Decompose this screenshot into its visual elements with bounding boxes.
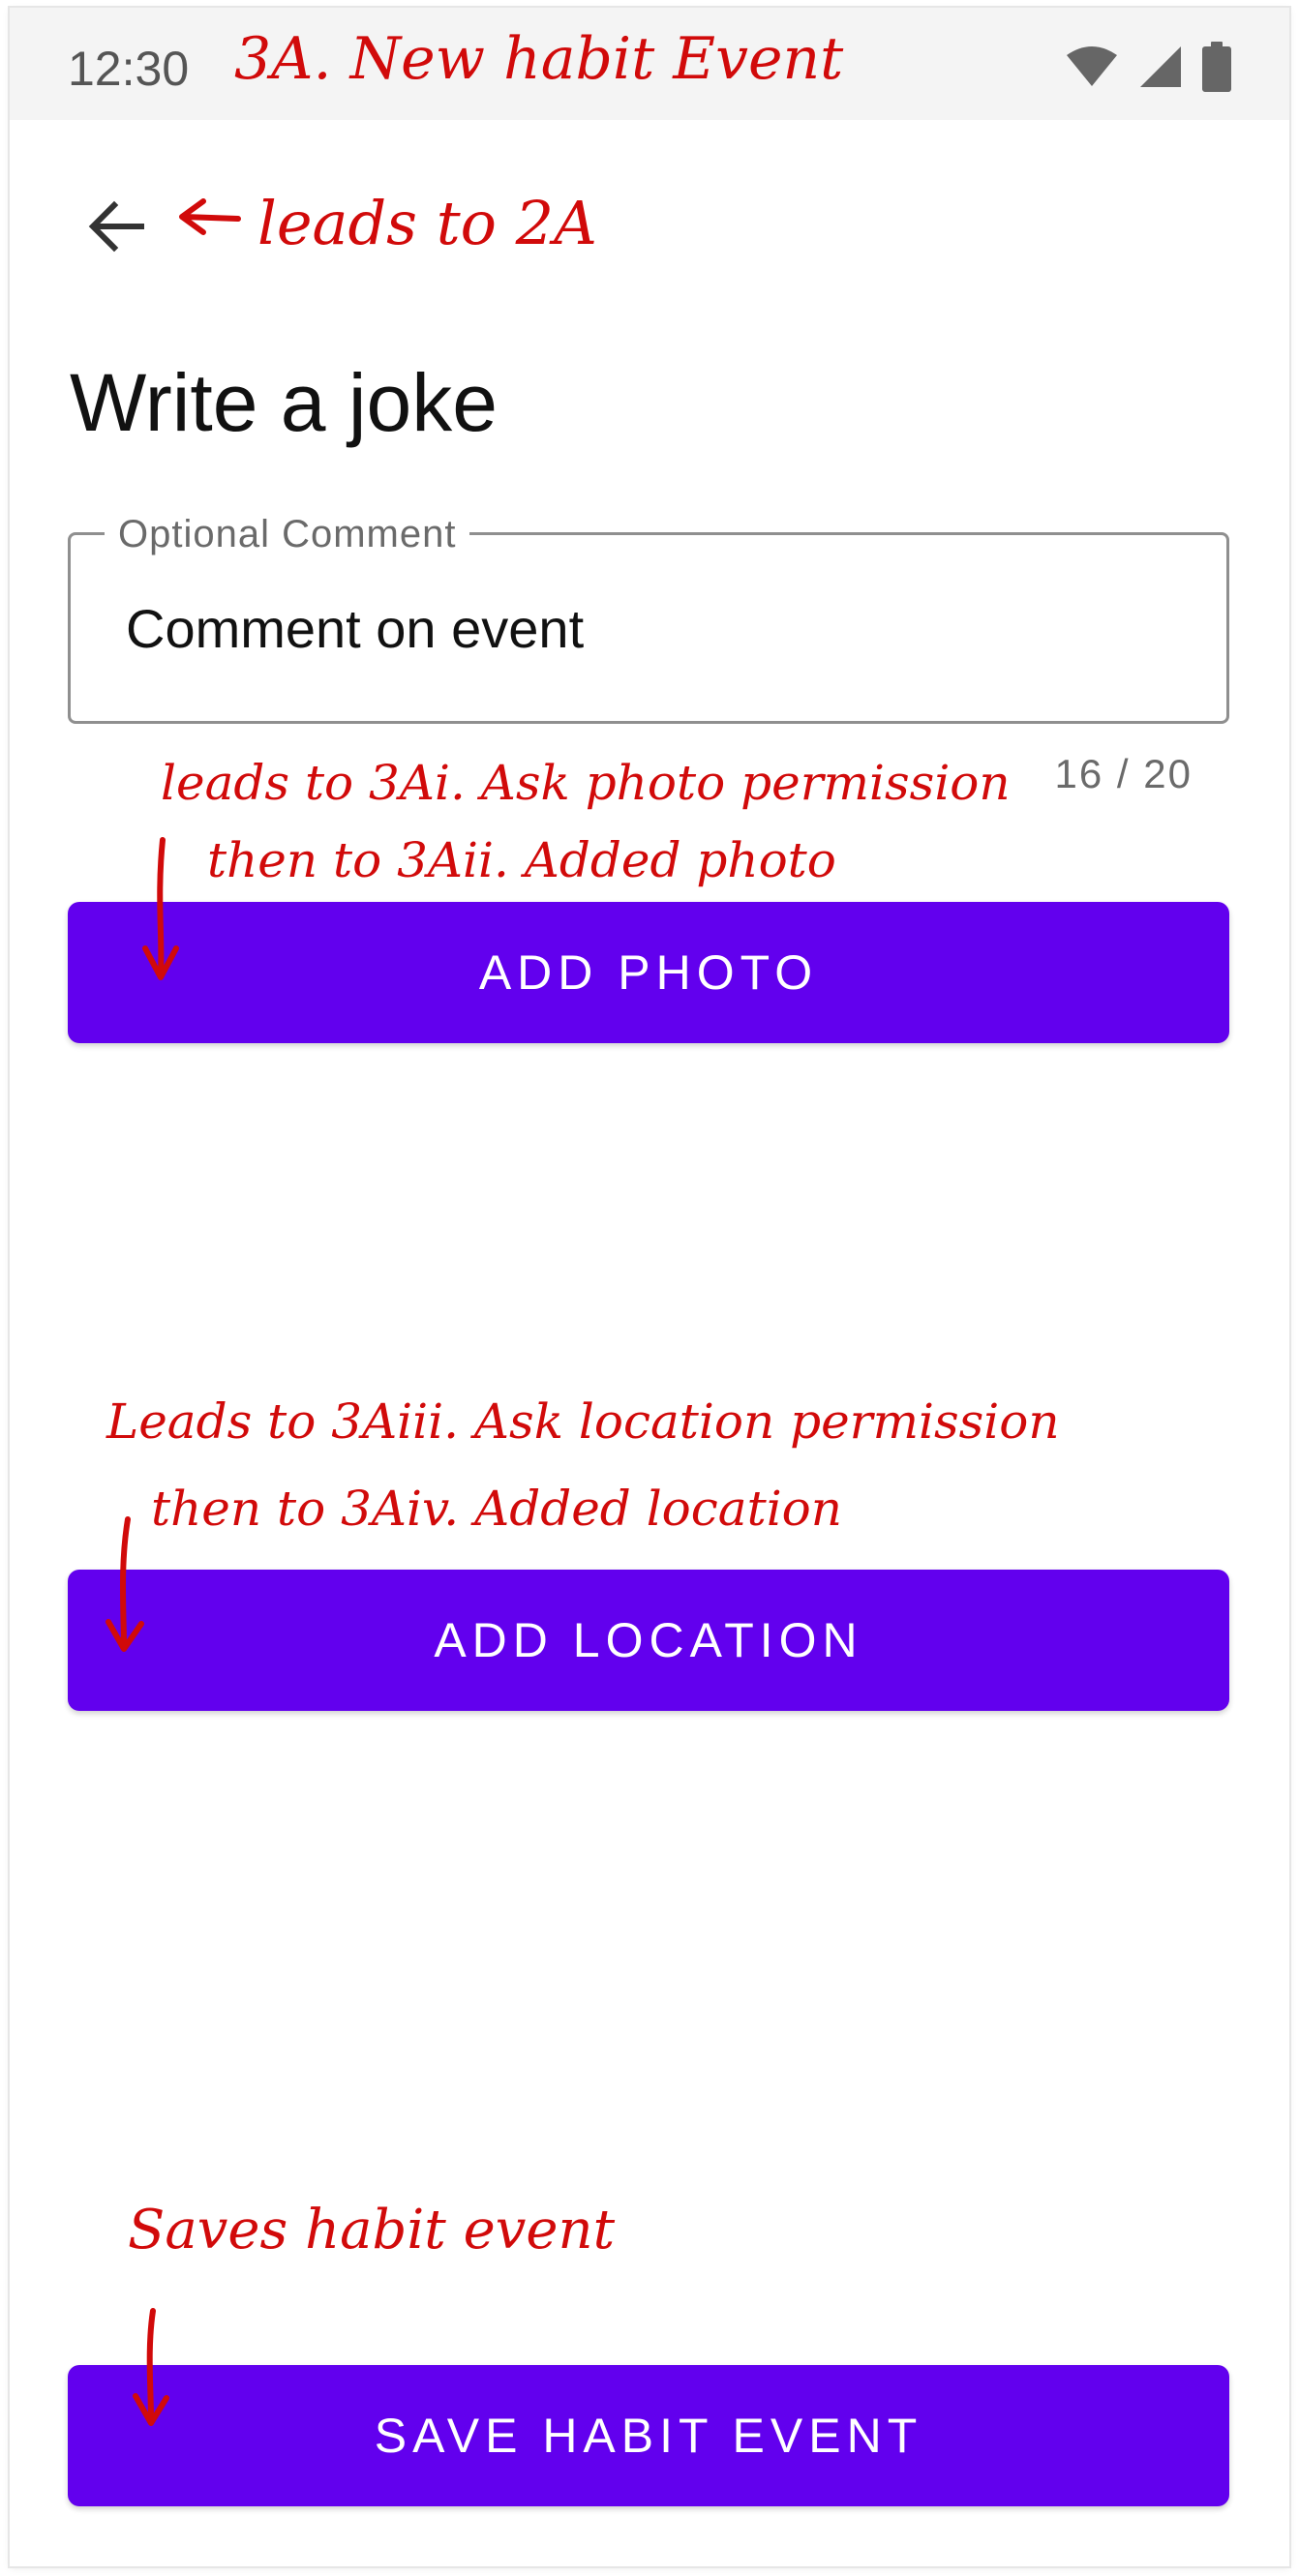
wifi-icon [1067,46,1117,86]
save-habit-event-label: SAVE HABIT EVENT [374,2409,923,2463]
battery-icon [1202,42,1231,92]
annotation-location-note-2: then to 3Aiv. Added location [151,1481,842,1537]
annotation-location-note-1: Leads to 3Aiii. Ask location permission [106,1393,1060,1450]
status-icons [1065,42,1231,92]
comment-field-label: Optional Comment [105,513,470,556]
annotation-screen-title: 3A. New habit Event [234,25,844,93]
habit-title: Write a joke [70,357,498,448]
annotation-photo-note-1: leads to 3Ai. Ask photo permission [161,755,1011,811]
add-photo-label: ADD PHOTO [478,945,819,1000]
status-time: 12:30 [68,42,190,96]
add-photo-button[interactable]: ADD PHOTO [68,902,1229,1043]
annotation-back-arrow-icon [179,198,241,235]
phone-screen: 12:30 3A. New habit Event leads to 2A Wr… [10,8,1289,2566]
back-button[interactable] [77,188,155,265]
add-location-button[interactable]: ADD LOCATION [68,1570,1229,1711]
annotation-back-note: leads to 2A [257,188,597,258]
add-location-label: ADD LOCATION [434,1613,863,1667]
arrow-back-icon [88,200,144,253]
annotation-photo-note-2: then to 3Aii. Added photo [207,832,836,888]
annotation-save-note: Saves habit event [128,2199,616,2261]
signal-icon [1140,46,1181,87]
comment-char-counter: 16 / 20 [1054,751,1193,796]
comment-input[interactable] [124,588,1173,668]
save-habit-event-button[interactable]: SAVE HABIT EVENT [68,2365,1229,2506]
